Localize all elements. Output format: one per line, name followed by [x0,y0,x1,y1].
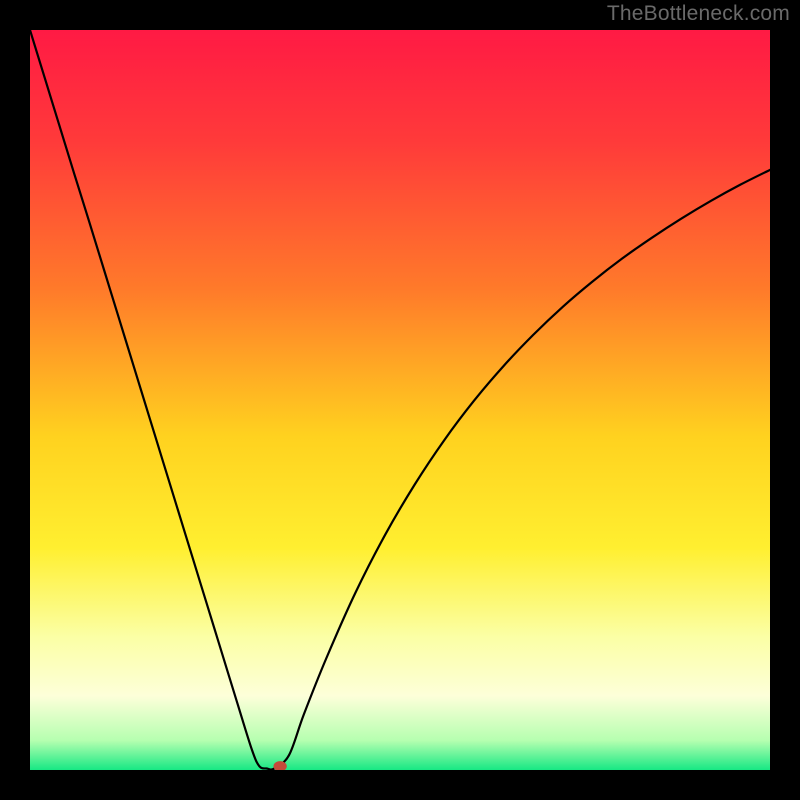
chart-frame: TheBottleneck.com [0,0,800,800]
plot-area [30,30,770,770]
bottleneck-chart [30,30,770,770]
watermark-text: TheBottleneck.com [607,2,790,26]
gradient-background [30,30,770,770]
